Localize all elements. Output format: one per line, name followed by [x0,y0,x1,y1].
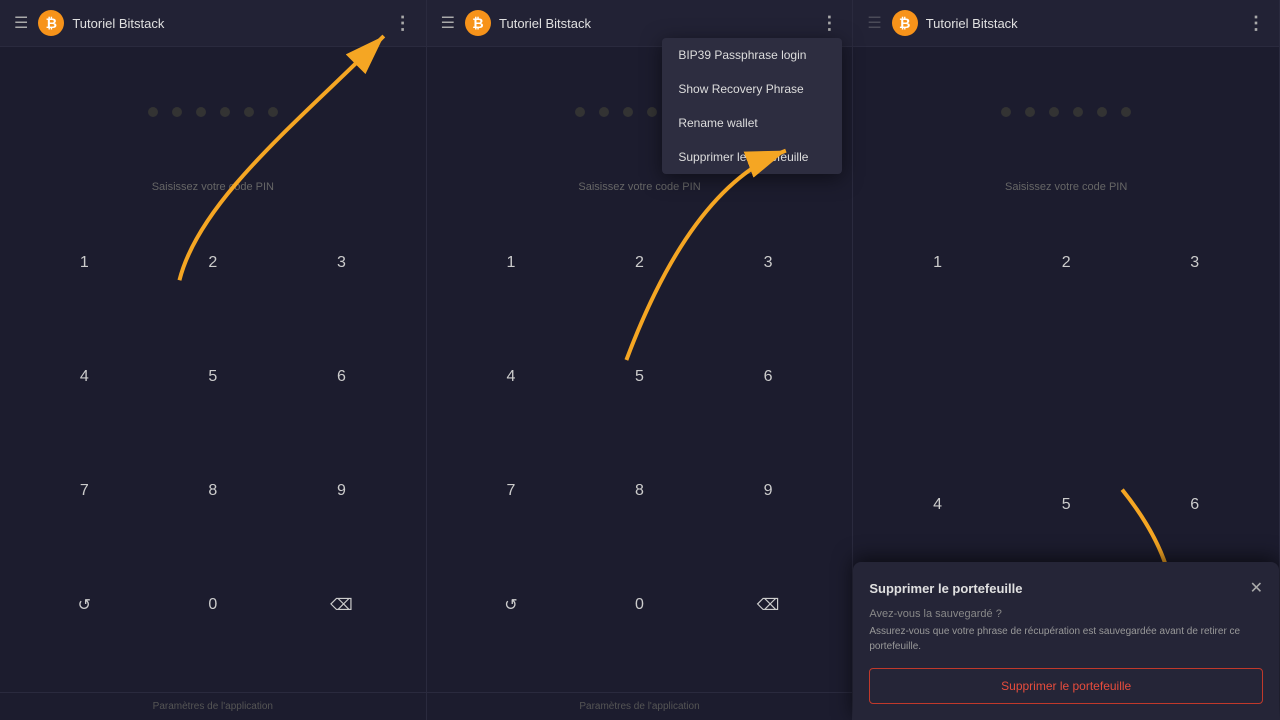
key-4[interactable]: 4 [20,349,149,404]
hamburger-icon-3: ☰ [867,13,881,33]
pin-dot [599,107,609,117]
delete-wallet-button[interactable]: Supprimer le portefeuille [869,668,1263,704]
numpad-1: 1 2 3 4 5 6 7 8 9 ↺ 0 ⌫ [0,235,426,692]
key-6[interactable]: 6 [704,349,833,404]
pin-dot [1049,107,1059,117]
app-title-1: Tutoriel Bitstack [72,16,393,31]
pin-dot [623,107,633,117]
bitcoin-logo-2: ₿ [465,10,491,36]
dropdown-item-recovery[interactable]: Show Recovery Phrase [662,72,842,106]
key-1[interactable]: 1 [20,235,149,290]
dropdown-menu: BIP39 Passphrase login Show Recovery Phr… [662,38,842,174]
key-5[interactable]: 5 [1002,478,1131,533]
dropdown-item-delete[interactable]: Supprimer le portefeuille [662,140,842,174]
pin-dots-1 [148,107,278,117]
key-5[interactable]: 5 [575,349,704,404]
bitcoin-logo-3: ₿ [892,10,918,36]
panel-1: ☰ ₿ Tutoriel Bitstack ⋮ Saisissez votre … [0,0,427,720]
key-0[interactable]: 0 [575,578,704,633]
key-2[interactable]: 2 [1002,235,1131,290]
key-refresh[interactable]: ↺ [447,578,576,633]
panel-2: ☰ ₿ Tutoriel Bitstack ⋮ BIP39 Passphrase… [427,0,854,720]
dropdown-item-bip39[interactable]: BIP39 Passphrase login [662,38,842,72]
pin-dot [1097,107,1107,117]
pin-dot [244,107,254,117]
key-refresh[interactable]: ↺ [20,578,149,633]
hamburger-icon-2[interactable]: ☰ [441,13,455,33]
numpad-2: 1 2 3 4 5 6 7 8 9 ↺ 0 ⌫ [427,235,853,692]
key-4[interactable]: 4 [447,349,576,404]
pin-label-2: Saisissez votre code PIN [578,181,700,193]
header-1: ☰ ₿ Tutoriel Bitstack ⋮ [0,0,426,47]
pin-dot [1121,107,1131,117]
key-3[interactable]: 3 [704,235,833,290]
key-4[interactable]: 4 [873,478,1002,533]
dialog-close-icon[interactable]: ✕ [1250,578,1263,598]
key-5[interactable]: 5 [149,349,278,404]
key-9[interactable]: 9 [277,464,406,519]
pin-dot [647,107,657,117]
pin-dot [148,107,158,117]
key-3[interactable]: 3 [1130,235,1259,290]
more-icon-2[interactable]: ⋮ [820,13,838,34]
key-backspace[interactable]: ⌫ [277,578,406,633]
footer-1[interactable]: Paramètres de l'application [0,692,426,720]
bitcoin-logo-1: ₿ [38,10,64,36]
delete-wallet-dialog: Supprimer le portefeuille ✕ Avez-vous la… [853,562,1279,720]
pin-label-1: Saisissez votre code PIN [152,181,274,193]
key-6[interactable]: 6 [277,349,406,404]
key-8[interactable]: 8 [575,464,704,519]
pin-label-3: Saisissez votre code PIN [1005,181,1127,193]
hamburger-icon-1[interactable]: ☰ [14,13,28,33]
dialog-subtitle: Avez-vous la sauvegardé ? [869,608,1263,620]
key-6[interactable]: 6 [1130,478,1259,533]
pin-dot [220,107,230,117]
key-0[interactable]: 0 [149,578,278,633]
key-2[interactable]: 2 [575,235,704,290]
app-title-2: Tutoriel Bitstack [499,16,820,31]
key-1[interactable]: 1 [447,235,576,290]
pin-dot [1001,107,1011,117]
key-7[interactable]: 7 [20,464,149,519]
header-3: ☰ ₿ Tutoriel Bitstack ⋮ [853,0,1279,47]
dialog-header: Supprimer le portefeuille ✕ [869,578,1263,598]
pin-dot [172,107,182,117]
more-icon-1[interactable]: ⋮ [394,13,412,34]
pin-dots-3 [1001,107,1131,117]
pin-dot [1025,107,1035,117]
pin-dot [575,107,585,117]
pin-dot [1073,107,1083,117]
more-icon-3[interactable]: ⋮ [1247,13,1265,34]
app-title-3: Tutoriel Bitstack [926,16,1247,31]
key-2[interactable]: 2 [149,235,278,290]
key-3[interactable]: 3 [277,235,406,290]
footer-2[interactable]: Paramètres de l'application [427,692,853,720]
key-7[interactable]: 7 [447,464,576,519]
pin-dot [268,107,278,117]
key-8[interactable]: 8 [149,464,278,519]
panel-3: ☰ ₿ Tutoriel Bitstack ⋮ Saisissez votre … [853,0,1280,720]
key-backspace[interactable]: ⌫ [704,578,833,633]
key-1[interactable]: 1 [873,235,1002,290]
dialog-title: Supprimer le portefeuille [869,581,1022,596]
dropdown-item-rename[interactable]: Rename wallet [662,106,842,140]
pin-dot [196,107,206,117]
dialog-body: Assurez-vous que votre phrase de récupér… [869,624,1263,654]
key-9[interactable]: 9 [704,464,833,519]
